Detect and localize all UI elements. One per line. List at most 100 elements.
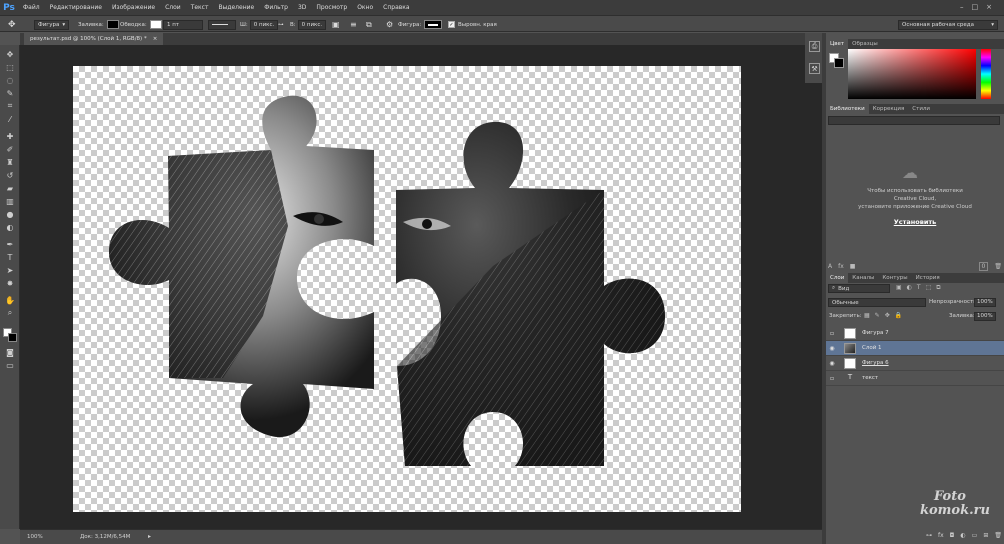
add-color-icon[interactable]: ■ — [850, 263, 856, 270]
close-icon[interactable]: × — [986, 3, 992, 12]
menu-edit[interactable]: Редактирование — [45, 4, 107, 11]
hue-slider[interactable] — [981, 49, 991, 99]
tab-layers[interactable]: Слои — [826, 273, 849, 283]
workspace-dropdown[interactable]: Основная рабочая среда ▾ — [898, 19, 998, 30]
lock-pixels-icon[interactable]: ✎ — [875, 312, 880, 319]
move-tool-icon[interactable]: ✥ — [3, 49, 17, 59]
brush-tool-icon[interactable]: ✐ — [3, 144, 17, 154]
clone-stamp-tool-icon[interactable]: ♜ — [3, 157, 17, 167]
color-spectrum-field[interactable] — [848, 49, 976, 99]
height-field[interactable]: 0 пикс. — [297, 19, 327, 30]
status-arrow-icon[interactable]: ▸ — [148, 533, 151, 540]
stroke-width-field[interactable]: 1 пт — [163, 19, 203, 30]
minimize-icon[interactable]: – — [960, 3, 964, 12]
background-color-swatch[interactable] — [8, 333, 17, 342]
layer-row[interactable]: ▫ T текст — [826, 371, 1004, 386]
layer-row[interactable]: ◉ Фигура 6 — [826, 356, 1004, 371]
zoom-level[interactable]: 100% — [27, 534, 43, 540]
document-canvas[interactable] — [73, 66, 741, 512]
width-field[interactable]: 0 пикс. — [249, 19, 279, 30]
properties-panel-icon[interactable]: ⚒ — [809, 63, 820, 74]
tool-preset-icon[interactable]: ✥ — [8, 19, 16, 30]
eraser-tool-icon[interactable]: ▰ — [3, 183, 17, 193]
visibility-toggle-empty[interactable]: ▫ — [826, 375, 838, 382]
screen-mode-icon[interactable]: ▭ — [3, 360, 17, 370]
document-tab[interactable]: результат.psd @ 100% (Слой 1, RGB/8) * × — [24, 33, 164, 45]
gradient-tool-icon[interactable]: ▥ — [3, 196, 17, 206]
fill-field[interactable]: 100% — [974, 312, 996, 321]
add-layer-style-icon[interactable]: fx — [838, 263, 844, 270]
filter-type-icon[interactable]: T — [917, 284, 921, 293]
layer-row[interactable]: ▫ Фигура 7 — [826, 326, 1004, 341]
stroke-swatch[interactable] — [149, 20, 162, 29]
dodge-tool-icon[interactable]: ◐ — [3, 222, 17, 232]
eye-icon[interactable]: ◉ — [826, 345, 838, 352]
opacity-field[interactable]: 100% — [974, 298, 996, 307]
add-character-style-icon[interactable]: A — [828, 263, 832, 270]
path-arrangement-icon[interactable]: ⧉ — [366, 19, 372, 30]
library-selector[interactable] — [828, 116, 1000, 125]
link-icon[interactable]: ⊶ — [278, 19, 284, 30]
trash-icon[interactable]: 🗑 — [994, 263, 1002, 270]
tab-styles[interactable]: Стили — [908, 104, 934, 114]
path-operations-icon[interactable]: ▣ — [332, 19, 340, 30]
type-tool-icon[interactable]: T — [3, 252, 17, 262]
menu-file[interactable]: Файл — [18, 4, 45, 11]
settings-gear-icon[interactable]: ⚙ — [386, 19, 393, 30]
layer-row-selected[interactable]: ◉ Слой 1 — [826, 341, 1004, 356]
lock-all-icon[interactable]: 🔒 — [895, 312, 902, 319]
color-background-swatch[interactable] — [834, 58, 844, 68]
menu-select[interactable]: Выделение — [213, 4, 259, 11]
install-link[interactable]: Установить — [826, 218, 1004, 226]
quick-mask-icon[interactable]: ◙ — [3, 347, 17, 357]
menu-help[interactable]: Справка — [378, 4, 414, 11]
tab-history[interactable]: История — [912, 273, 944, 283]
pen-tool-icon[interactable]: ✒ — [3, 239, 17, 249]
eye-icon[interactable]: ◉ — [826, 360, 838, 367]
blur-tool-icon[interactable]: ● — [3, 209, 17, 219]
tab-libraries[interactable]: Библиотеки — [826, 104, 869, 114]
lock-position-icon[interactable]: ✥ — [885, 312, 890, 319]
menu-image[interactable]: Изображение — [107, 4, 160, 11]
menu-layers[interactable]: Слои — [160, 4, 186, 11]
quick-selection-tool-icon[interactable]: ✎ — [3, 88, 17, 98]
custom-shape-tool-icon[interactable]: ✸ — [3, 278, 17, 288]
healing-brush-tool-icon[interactable]: ✚ — [3, 131, 17, 141]
menu-3d[interactable]: 3D — [293, 4, 311, 11]
filter-pixel-icon[interactable]: ▣ — [896, 284, 902, 293]
lock-transparency-icon[interactable]: ▦ — [864, 312, 870, 319]
close-tab-icon[interactable]: × — [153, 36, 158, 42]
menu-filter[interactable]: Фильтр — [259, 4, 293, 11]
tab-adjustments[interactable]: Коррекция — [869, 104, 909, 114]
marquee-tool-icon[interactable]: ⬚ — [3, 62, 17, 72]
tab-swatches[interactable]: Образцы — [848, 39, 882, 49]
zoom-tool-icon[interactable]: ⌕ — [3, 308, 17, 318]
menu-view[interactable]: Просмотр — [311, 4, 352, 11]
filter-shape-icon[interactable]: ⬚ — [926, 284, 932, 293]
blend-mode-dropdown[interactable]: Обычные — [828, 298, 926, 307]
tab-color[interactable]: Цвет — [826, 39, 849, 49]
mode-dropdown[interactable]: Фигура ▾ — [34, 19, 70, 30]
layer-filter-dropdown[interactable]: ⌕ Вид — [828, 284, 890, 293]
visibility-toggle-empty[interactable]: ▫ — [826, 330, 838, 337]
tab-channels[interactable]: Каналы — [848, 273, 878, 283]
fill-swatch[interactable] — [106, 20, 119, 29]
align-edges-checkbox[interactable]: ✓ — [448, 21, 455, 28]
history-brush-tool-icon[interactable]: ↺ — [3, 170, 17, 180]
tab-paths[interactable]: Контуры — [878, 273, 911, 283]
lasso-tool-icon[interactable]: ◌ — [3, 75, 17, 85]
path-selection-tool-icon[interactable]: ➤ — [3, 265, 17, 275]
maximize-icon[interactable]: □ — [972, 3, 979, 12]
stroke-type-dropdown[interactable] — [208, 19, 236, 30]
filter-smart-icon[interactable]: ⧉ — [936, 284, 940, 293]
menu-type[interactable]: Текст — [186, 4, 214, 11]
shape-picker[interactable] — [424, 20, 443, 29]
hand-tool-icon[interactable]: ✋ — [3, 295, 17, 305]
crop-tool-icon[interactable]: ⌗ — [3, 101, 17, 111]
path-alignment-icon[interactable]: ≡ — [350, 19, 357, 30]
filter-adjustment-icon[interactable]: ◐ — [907, 284, 912, 293]
canvas-area — [20, 45, 822, 529]
eyedropper-tool-icon[interactable]: ⁄ — [3, 114, 17, 124]
history-panel-icon[interactable]: ⎙ — [809, 41, 820, 52]
menu-window[interactable]: Окно — [352, 4, 378, 11]
